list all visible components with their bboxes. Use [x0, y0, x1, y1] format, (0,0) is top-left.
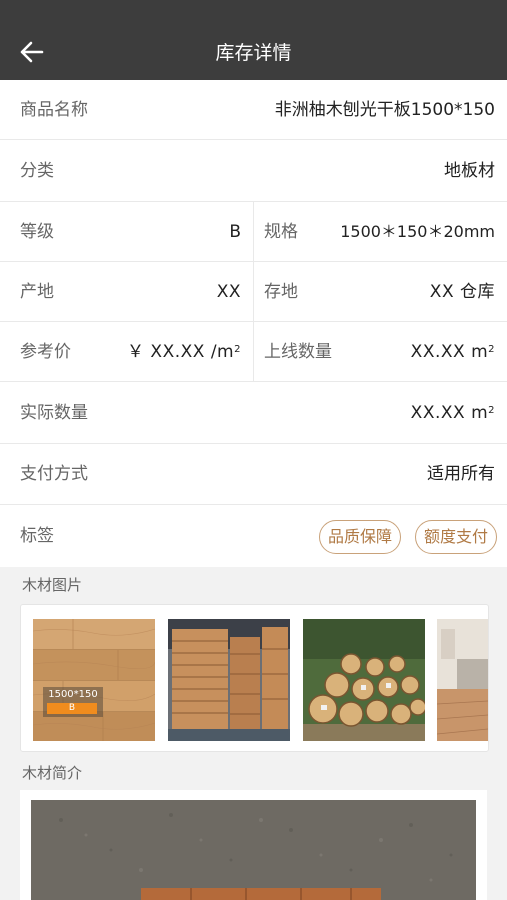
row-actual-qty: 实际数量 XX.XX m2 [0, 382, 507, 444]
planks-image [33, 619, 155, 741]
tag-list: 品质保障 额度支付 [318, 520, 497, 554]
detail-list: 商品名称 非洲柚木刨光干板1500*150 分类 地板材 等级 B 规格 150… [0, 80, 507, 567]
wood-intro-card [20, 790, 487, 900]
row-price-online: 参考价 ￥ XX.XX /m2 上线数量 XX.XX m2 [0, 322, 507, 382]
row-grade-spec: 等级 B 规格 1500＊150＊20mm [0, 202, 507, 262]
online-qty-label: 上线数量 [264, 342, 332, 362]
wood-image-gallery[interactable]: 1500*150 B [20, 604, 489, 752]
actual-qty-unit-sup: 2 [488, 405, 495, 416]
tag-credit-pay[interactable]: 额度支付 [414, 520, 497, 554]
row-payment: 支付方式 适用所有 [0, 444, 507, 505]
storage-cell: 存地 XX 仓库 [254, 262, 507, 321]
product-name-value: 非洲柚木刨光干板1500*150 [274, 100, 495, 120]
ref-price-value: ￥ XX.XX /m2 [127, 322, 241, 382]
page-title: 库存详情 [215, 42, 292, 64]
row-category: 分类 地板材 [0, 140, 507, 202]
tag-quality[interactable]: 品质保障 [318, 520, 401, 554]
spec-value: 1500＊150＊20mm [340, 222, 495, 241]
grade-value: B [229, 222, 241, 242]
origin-label: 产地 [20, 282, 54, 302]
spec-cell: 规格 1500＊150＊20mm [254, 202, 507, 261]
top-bar: 库存详情 [0, 0, 507, 80]
wood-image-3[interactable] [303, 619, 425, 741]
wood-intro-image [31, 800, 476, 900]
floor-texture-image [31, 800, 476, 900]
spec-label: 规格 [264, 222, 298, 242]
grade-label: 等级 [20, 222, 54, 242]
intro-section-title: 木材简介 [22, 764, 83, 782]
tags-label: 标签 [20, 526, 54, 546]
logs-image [303, 619, 425, 741]
product-name-label: 商品名称 [20, 100, 88, 120]
plank-size-caption: 1500*150 [48, 689, 98, 700]
ref-price-unit-sup: 2 [234, 344, 241, 355]
origin-value: XX [216, 282, 241, 302]
row-tags: 标签 品质保障 额度支付 [0, 505, 507, 567]
category-value: 地板材 [444, 161, 495, 181]
wood-image-4[interactable] [437, 619, 488, 741]
online-qty-unit-sup: 2 [488, 344, 495, 355]
online-qty-text: XX.XX m [410, 342, 489, 362]
storage-value: XX 仓库 [429, 282, 495, 302]
ref-price-label: 参考价 [20, 342, 71, 362]
online-qty-cell: 上线数量 XX.XX m2 [254, 322, 507, 381]
origin-cell: 产地 XX [0, 262, 254, 321]
actual-qty-text: XX.XX m [410, 403, 489, 423]
ref-price-cell: 参考价 ￥ XX.XX /m2 [0, 322, 254, 381]
category-label: 分类 [20, 161, 54, 181]
row-origin-storage: 产地 XX 存地 XX 仓库 [0, 262, 507, 322]
actual-qty-value: XX.XX m2 [411, 382, 495, 444]
payment-label: 支付方式 [20, 464, 88, 484]
room-floor-image [437, 619, 488, 741]
row-product-name: 商品名称 非洲柚木刨光干板1500*150 [0, 80, 507, 140]
ref-price-text: ￥ XX.XX /m [127, 342, 235, 362]
plank-grade-caption: B [68, 703, 76, 713]
images-section-title: 木材图片 [22, 576, 83, 594]
grade-cell: 等级 B [0, 202, 254, 261]
wood-image-1[interactable]: 1500*150 B [33, 619, 155, 741]
online-qty-value: XX.XX m2 [411, 322, 495, 382]
stacked-lumber-image [168, 619, 290, 741]
storage-label: 存地 [264, 282, 298, 302]
wood-image-2[interactable] [168, 619, 290, 741]
payment-value: 适用所有 [427, 464, 495, 484]
actual-qty-label: 实际数量 [20, 403, 88, 423]
